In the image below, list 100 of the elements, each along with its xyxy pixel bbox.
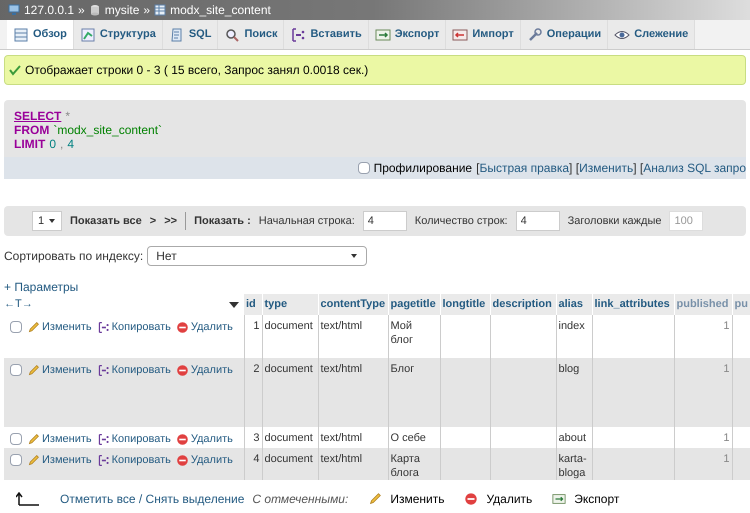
column-header[interactable]: description <box>490 294 556 315</box>
bracket-text: ] [ <box>569 160 580 177</box>
sql-token: , <box>60 137 64 151</box>
pencil-icon <box>27 454 40 467</box>
start-row-field[interactable]: 4 <box>362 211 407 231</box>
tab[interactable]: Структура <box>74 20 163 49</box>
bracket-text: ] [ <box>633 160 644 177</box>
query-link[interactable]: Изменить <box>579 159 634 177</box>
next-page-button[interactable]: > <box>150 212 156 230</box>
export-icon <box>374 26 391 42</box>
row-action-link[interactable]: Копировать <box>96 362 171 378</box>
column-arrows[interactable]: ←T→ <box>4 296 33 313</box>
sql-token: `modx_site_content` <box>53 123 162 137</box>
row-action-link[interactable]: Изменить <box>27 319 92 336</box>
row-action-link[interactable]: Копировать <box>96 452 171 468</box>
row-action-link[interactable]: Копировать <box>96 431 171 448</box>
delete-icon <box>464 492 478 506</box>
row-checkbox[interactable] <box>10 433 22 446</box>
sql-token: LIMIT <box>14 137 46 151</box>
insert-row-icon <box>96 432 110 446</box>
row-action-link[interactable]: Удалить <box>176 452 233 468</box>
dropdown-triangle-icon <box>48 217 56 225</box>
insert-row-icon <box>96 364 110 377</box>
breadcrumb-link[interactable]: 127.0.0.1 <box>24 1 74 19</box>
column-header[interactable]: longtitle <box>440 294 490 315</box>
pencil-icon <box>368 492 382 506</box>
tab[interactable]: Обзор <box>7 20 74 49</box>
table-icon <box>13 26 29 42</box>
insert-row-icon <box>96 454 110 467</box>
profiling-checkbox[interactable] <box>358 162 370 174</box>
table-cell: 4 <box>244 448 262 480</box>
sort-select[interactable]: Нет <box>147 246 368 266</box>
row-action-link[interactable]: Изменить <box>27 362 92 378</box>
bulk-action-button[interactable]: Экспорт <box>552 490 620 508</box>
tab[interactable]: SQL <box>162 20 218 49</box>
column-header[interactable]: contentType <box>318 294 388 315</box>
sort-label: Сортировать по индексу: <box>4 248 144 265</box>
tab[interactable]: Импорт <box>446 20 521 49</box>
bracket-text: [ <box>476 160 480 177</box>
column-header[interactable]: type <box>262 294 318 315</box>
server-icon <box>8 4 20 16</box>
tab[interactable]: Поиск <box>218 20 284 49</box>
search-icon <box>224 26 240 42</box>
table-cell: karta-bloga <box>556 448 592 480</box>
row-checkbox[interactable] <box>10 321 22 334</box>
row-action-link[interactable]: Копировать <box>96 319 171 336</box>
table-cell: document <box>262 448 318 480</box>
insert-row-icon <box>290 26 306 42</box>
tab[interactable]: Экспорт <box>368 20 446 49</box>
pencil-icon <box>27 364 40 377</box>
dropdown-triangle-icon[interactable] <box>228 300 240 308</box>
dropdown-triangle-icon <box>350 252 358 260</box>
row-checkbox[interactable] <box>10 364 22 376</box>
bulk-action-button[interactable]: Удалить <box>464 490 532 508</box>
delete-icon <box>176 320 189 334</box>
check-all-link[interactable]: Отметить все / Снять выделение <box>60 490 244 508</box>
row-action-link[interactable]: Удалить <box>176 362 233 378</box>
row-action-link[interactable]: Удалить <box>176 431 233 448</box>
sql-token: * <box>65 109 70 123</box>
options-link[interactable]: + Параметры <box>0 280 750 294</box>
tab[interactable]: Операции <box>520 20 608 49</box>
table-cell: 1 <box>674 448 732 480</box>
structure-icon <box>80 26 96 42</box>
query-link[interactable]: Быстрая правка <box>479 159 570 177</box>
column-header[interactable]: alias <box>556 294 592 315</box>
table-icon <box>154 4 166 16</box>
bulk-action-button[interactable]: Изменить <box>368 490 444 508</box>
start-row-label: Начальная строка: <box>258 214 355 229</box>
column-header[interactable]: link_attributes <box>592 294 674 315</box>
wrench-icon <box>526 26 543 42</box>
breadcrumb-link[interactable]: modx_site_content <box>170 1 271 19</box>
page-select[interactable]: 1 <box>32 211 62 231</box>
breadcrumb-separator: » <box>143 2 150 19</box>
export-icon <box>552 492 566 506</box>
breadcrumb-separator: » <box>78 2 85 19</box>
sql-token: 4 <box>67 137 74 151</box>
row-action-link[interactable]: Изменить <box>27 452 92 468</box>
pencil-icon <box>27 320 40 334</box>
row-checkbox[interactable] <box>10 454 22 466</box>
row-action-link[interactable]: Удалить <box>176 319 233 336</box>
sql-token[interactable]: SELECT <box>14 109 62 123</box>
tab[interactable]: Вставить <box>284 20 369 49</box>
column-header[interactable]: pagetitle <box>388 294 440 315</box>
import-icon <box>452 26 468 42</box>
row-count-field[interactable]: 4 <box>516 211 560 231</box>
show-button[interactable]: Показать : <box>194 212 251 230</box>
row-count-label: Количество строк: <box>414 214 508 229</box>
query-link[interactable]: Анализ SQL запро <box>643 159 746 177</box>
show-all-button[interactable]: Показать все <box>70 212 142 230</box>
delete-icon <box>176 454 189 467</box>
breadcrumb-link[interactable]: mysite <box>104 1 140 19</box>
delete-icon <box>176 364 189 377</box>
last-page-button[interactable]: >> <box>164 212 178 230</box>
message-text: Отображает строки 0 - 3 ( 15 всего, Запрос занял 0.0018 сек.) <box>25 62 368 79</box>
insert-row-icon <box>96 320 110 334</box>
pencil-icon <box>27 432 40 446</box>
tab[interactable]: Слежение <box>608 20 696 49</box>
sql-token: 0 <box>49 137 56 151</box>
column-header[interactable]: id <box>244 294 262 315</box>
row-action-link[interactable]: Изменить <box>27 431 92 448</box>
